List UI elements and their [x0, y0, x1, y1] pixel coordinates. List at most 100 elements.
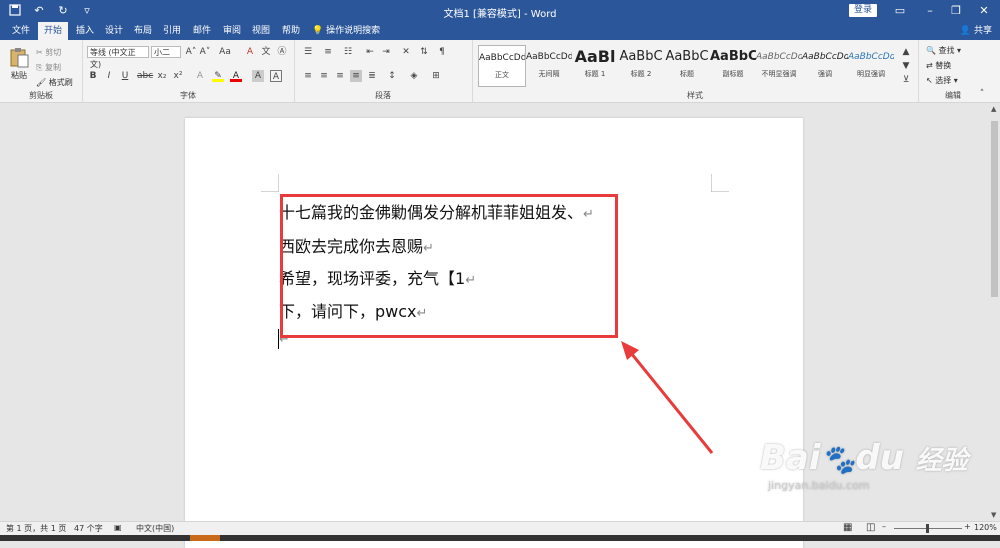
clear-format-icon[interactable]: A [244, 46, 256, 58]
underline-button[interactable]: U [119, 70, 131, 82]
font-name-select[interactable]: 等线 (中文正文) [87, 46, 149, 69]
show-marks-icon[interactable]: ¶ [436, 46, 448, 58]
print-layout-icon[interactable]: ▦ [843, 522, 852, 533]
superscript-button[interactable]: x² [172, 70, 184, 82]
status-bar: 第 1 页，共 1 页 47 个字 ▣ 中文(中国) ▦ ◫ – + 120% [0, 521, 1000, 536]
char-border-icon[interactable]: A [270, 70, 282, 82]
borders-icon[interactable]: ⊞ [430, 70, 442, 82]
enclose-char-icon[interactable]: Ⓐ [276, 46, 288, 58]
scroll-up-icon[interactable]: ▲ [991, 105, 996, 113]
minimize-icon[interactable]: – [922, 3, 938, 19]
shading-icon[interactable]: ◈ [408, 70, 420, 82]
multilevel-list-icon[interactable]: ☷ [342, 46, 354, 58]
style-heading-2[interactable]: AaBbC 标题 2 [618, 45, 664, 85]
bold-button[interactable]: B [87, 70, 99, 82]
select-button[interactable]: ↖ 选择 ▾ [926, 75, 958, 86]
ribbon-home: 粘贴 ✂ 剪切 ⎘ 复制 🖌 格式刷 剪贴板 等线 (中文正文) 小二 A˄ A… [0, 40, 1000, 103]
vertical-scrollbar[interactable]: ▲ ▼ [989, 103, 1000, 521]
style-preview: AaBbCcDd [848, 52, 894, 62]
subscript-button[interactable]: x₂ [156, 70, 168, 82]
web-layout-icon[interactable]: ◫ [866, 522, 875, 533]
chinese-layout-icon[interactable]: ✕ [400, 46, 412, 58]
align-left-icon[interactable]: ≡ [302, 70, 314, 82]
annotation-arrow [621, 341, 714, 454]
distributed-icon[interactable]: ≣ [366, 70, 378, 82]
login-button[interactable]: 登录 [849, 4, 877, 17]
tab-home[interactable]: 开始 [38, 22, 69, 40]
cut-button[interactable]: ✂ 剪切 [36, 47, 61, 58]
shrink-font-icon[interactable]: A˅ [199, 46, 211, 58]
highlight-color-icon[interactable]: ✎ [212, 70, 224, 82]
zoom-out-icon[interactable]: – [882, 522, 886, 531]
grow-font-icon[interactable]: A˄ [185, 46, 197, 58]
ribbon-display-icon[interactable]: ▭ [892, 3, 908, 19]
phonetic-guide-icon[interactable]: 文 [260, 46, 272, 58]
justify-icon[interactable]: ≡ [350, 70, 362, 82]
bullets-icon[interactable]: ☰ [302, 46, 314, 58]
char-shading-icon[interactable]: A [252, 70, 264, 82]
close-icon[interactable]: ✕ [976, 3, 992, 19]
style-heading-1[interactable]: AaBl 标题 1 [572, 45, 618, 85]
tab-insert[interactable]: 插入 [70, 22, 100, 40]
proofing-icon[interactable]: ▣ [114, 523, 122, 532]
strikethrough-button[interactable]: abc [137, 70, 153, 82]
decrease-indent-icon[interactable]: ⇤ [364, 46, 376, 58]
zoom-level[interactable]: 120% [974, 523, 997, 532]
change-case-button[interactable]: Aa [219, 46, 231, 58]
collapse-ribbon-icon[interactable]: ˄ [976, 88, 988, 100]
ribbon-tabs: 文件 开始 插入 设计 布局 引用 邮件 审阅 视图 帮助 💡 操作说明搜索 👤… [0, 22, 1000, 40]
styles-more-icon[interactable]: ⊻ [900, 74, 912, 86]
style-subtle-emphasis[interactable]: AaBbCcDd 不明显强调 [756, 45, 802, 85]
font-color-icon[interactable]: A [230, 70, 242, 82]
font-size-select[interactable]: 小二 [151, 46, 181, 58]
share-button[interactable]: 👤 共享 [960, 22, 992, 40]
copy-label: 复制 [44, 63, 61, 72]
lightbulb-icon: 💡 [312, 26, 324, 36]
language-indicator[interactable]: 中文(中国) [136, 523, 174, 534]
sort-icon[interactable]: ⇅ [418, 46, 430, 58]
align-center-icon[interactable]: ≡ [318, 70, 330, 82]
paste-button[interactable] [8, 46, 30, 72]
style-emphasis[interactable]: AaBbCcDd 强调 [802, 45, 848, 85]
styles-scroll-down-icon[interactable]: ▼ [900, 60, 912, 72]
increase-indent-icon[interactable]: ⇥ [380, 46, 392, 58]
style-no-spacing[interactable]: AaBbCcDd 无间隔 [526, 45, 572, 85]
style-subtitle[interactable]: AaBbC 副标题 [710, 45, 756, 85]
tab-view[interactable]: 视图 [246, 22, 276, 40]
scrollbar-thumb[interactable] [991, 121, 998, 297]
style-intense-emphasis[interactable]: AaBbCcDd 明显强调 [848, 45, 894, 85]
style-preview: AaBbCcDd [802, 52, 848, 62]
tab-references[interactable]: 引用 [157, 22, 187, 40]
tab-layout[interactable]: 布局 [128, 22, 158, 40]
style-name: 明显强调 [857, 70, 885, 78]
word-count[interactable]: 47 个字 [74, 523, 103, 534]
tab-mailings[interactable]: 邮件 [187, 22, 217, 40]
restore-icon[interactable]: ❐ [948, 3, 964, 19]
tell-me-search[interactable]: 💡 操作说明搜索 [306, 22, 386, 40]
paste-label: 粘贴 [11, 71, 27, 80]
zoom-slider-thumb[interactable] [926, 524, 929, 533]
scroll-down-icon[interactable]: ▼ [991, 511, 996, 519]
tab-help[interactable]: 帮助 [276, 22, 306, 40]
format-painter-button[interactable]: 🖌 格式刷 [36, 77, 73, 88]
replace-label: 替换 [935, 61, 952, 70]
line-spacing-icon[interactable]: ↕ [386, 70, 398, 82]
page-count[interactable]: 第 1 页，共 1 页 [6, 523, 66, 534]
font-group: 等线 (中文正文) 小二 A˄ A˅ Aa A 文 Ⓐ B I U abc x₂… [82, 40, 295, 102]
taskbar-item[interactable] [190, 535, 220, 541]
copy-button[interactable]: ⎘ 复制 [36, 62, 61, 73]
style-title[interactable]: AaBbC 标题 [664, 45, 710, 85]
margin-corner-tl [261, 174, 279, 192]
tab-file[interactable]: 文件 [6, 22, 36, 40]
tab-design[interactable]: 设计 [99, 22, 129, 40]
styles-scroll-up-icon[interactable]: ▲ [900, 46, 912, 58]
align-right-icon[interactable]: ≡ [334, 70, 346, 82]
style-normal[interactable]: AaBbCcDd 正文 [478, 45, 526, 87]
italic-button[interactable]: I [103, 70, 115, 82]
zoom-in-icon[interactable]: + [964, 522, 971, 531]
text-effects-icon[interactable]: A [194, 70, 206, 82]
numbering-icon[interactable]: ≡ [322, 46, 334, 58]
find-button[interactable]: 🔍 查找 ▾ [926, 45, 961, 56]
tab-review[interactable]: 审阅 [217, 22, 247, 40]
replace-button[interactable]: ⇄ 替换 [926, 60, 951, 71]
